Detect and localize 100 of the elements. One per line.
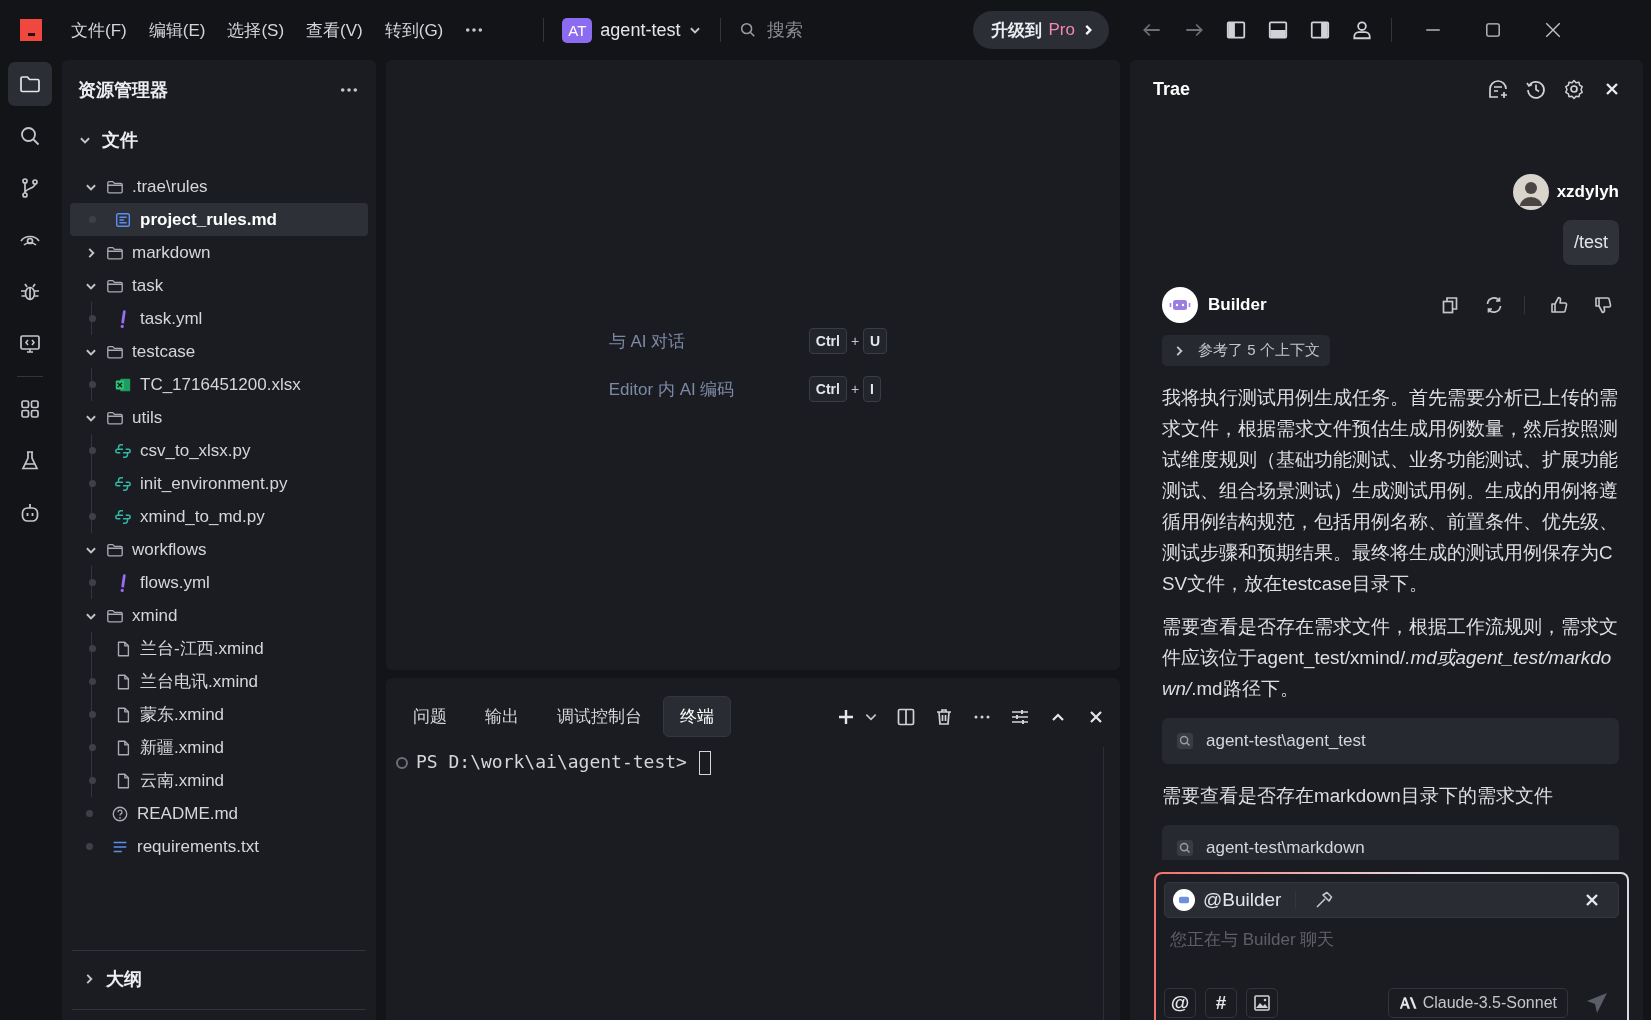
status-circle-icon: [396, 757, 408, 769]
bullet-icon: [86, 810, 93, 817]
insert-button[interactable]: #: [1205, 988, 1237, 1018]
search-icon: [1176, 839, 1194, 857]
menu-item[interactable]: 编辑(E): [148, 18, 206, 42]
search-field[interactable]: 搜索: [765, 18, 950, 42]
upgrade-button[interactable]: 升级到 Pro: [973, 11, 1109, 49]
thumbs-up-icon[interactable]: [1549, 295, 1569, 315]
key-cap: Ctrl: [808, 376, 847, 402]
file-item[interactable]: requirements.txt: [70, 830, 368, 863]
folder-item[interactable]: markdown: [70, 236, 368, 269]
panel-title: 资源管理器: [78, 79, 168, 102]
chat-composer[interactable]: @Builder 您正在与 Builder 聊天 @ # Claude-3.5-Sonnet: [1156, 874, 1627, 1020]
terminal-prompt: PS D:\work\ai\agent-test>: [416, 751, 687, 772]
text-cursor: [698, 751, 711, 775]
send-icon[interactable]: [1585, 991, 1609, 1015]
python-icon: [114, 474, 132, 493]
file-item[interactable]: project_rules.md: [70, 203, 368, 236]
folder-item[interactable]: .trae\rules: [70, 170, 368, 203]
panel-tab[interactable]: 终端: [663, 696, 731, 737]
section-header[interactable]: 大纲: [72, 950, 366, 1010]
file-item[interactable]: csv_to_xlsx.py: [70, 434, 368, 467]
folder-item[interactable]: utils: [70, 401, 368, 434]
file-item[interactable]: README.md: [70, 797, 368, 830]
settings-icon[interactable]: [1563, 78, 1585, 100]
file-item[interactable]: xmind_to_md.py: [70, 500, 368, 533]
monitor-icon: [18, 332, 42, 356]
folder-item[interactable]: xmind: [70, 599, 368, 632]
panel-tab[interactable]: 输出: [468, 696, 536, 737]
file-item[interactable]: 新疆.xmind: [70, 731, 368, 764]
refresh-icon[interactable]: [1484, 295, 1504, 315]
robot-avatar: [1162, 287, 1198, 323]
copy-icon[interactable]: [1440, 295, 1460, 315]
more-icon[interactable]: [340, 87, 358, 93]
split-icon[interactable]: [896, 706, 916, 727]
insert-button[interactable]: @: [1164, 988, 1196, 1018]
file-item[interactable]: flows.yml: [70, 566, 368, 599]
file-item[interactable]: 云南.xmind: [70, 764, 368, 797]
menu-item[interactable]: 选择(S): [227, 18, 285, 42]
file-item[interactable]: 兰台电讯.xmind: [70, 665, 368, 698]
exclamation-icon: [120, 573, 126, 592]
close-icon[interactable]: [1543, 21, 1562, 39]
maximize-icon[interactable]: [1483, 21, 1502, 39]
bottom-panel-icon[interactable]: [1266, 19, 1289, 41]
message-paragraph: 需要查看是否存在markdown目录下的需求文件: [1162, 784, 1554, 808]
account-icon[interactable]: [1350, 19, 1373, 41]
menu-item[interactable]: 文件(F): [71, 18, 127, 42]
activity-button[interactable]: [8, 62, 52, 106]
history-icon[interactable]: [1525, 78, 1547, 100]
file-item[interactable]: init_environment.py: [70, 467, 368, 500]
key-cap: I: [863, 376, 881, 402]
folder-item[interactable]: workflows: [70, 533, 368, 566]
agent-chip[interactable]: @Builder: [1164, 882, 1619, 918]
message-paragraph: 我将执行测试用例生成任务。首先需要分析已上传的需求文件，根据需求文件预估生成用例数量，然后按照测试维度规则（基础功能测试、业务功能测试、扩展功能测试、组合场景测试）生成测试用例。生成的用例将遵循用例结构规范，包括用例名称、前置条件、优先级、测试步骤和预期结果。最终将生成的测试用例保存为CSV文件，放在testcase目录下。: [1162, 386, 1618, 596]
plus-sign: +: [850, 381, 860, 397]
menu-item[interactable]: 转到(G): [384, 18, 444, 42]
message-bubble: /test: [1563, 220, 1619, 265]
robot-avatar: [1173, 889, 1195, 911]
exclamation-icon: [120, 309, 126, 328]
folder-item[interactable]: testcase: [70, 335, 368, 368]
more-icon[interactable]: [465, 27, 484, 33]
search-icon: [1176, 732, 1194, 750]
panel-title: Trae: [1153, 78, 1191, 100]
search-result-card[interactable]: agent-test\markdown: [1162, 825, 1619, 860]
new-chat-icon[interactable]: [1487, 78, 1509, 100]
message-input[interactable]: 您正在与 Builder 聊天: [1164, 918, 1619, 988]
project-switcher[interactable]: AT agent-test: [562, 17, 703, 43]
user-avatar: [1512, 174, 1549, 210]
image-icon: [1253, 994, 1271, 1012]
context-chip[interactable]: 参考了 5 个上下文: [1162, 335, 1330, 366]
panel-tab[interactable]: 问题: [396, 696, 464, 737]
model-selector[interactable]: Claude-3.5-Sonnet: [1387, 988, 1568, 1018]
key-cap: Ctrl: [808, 328, 847, 354]
menu-item[interactable]: 查看(V): [306, 18, 363, 42]
key-cap: U: [863, 328, 888, 354]
file-item[interactable]: task.yml: [70, 302, 368, 335]
thumbs-down-icon[interactable]: [1593, 295, 1613, 315]
left-sidebar-icon[interactable]: [1224, 19, 1247, 41]
project-badge: AT: [562, 17, 593, 43]
file-item[interactable]: 兰台-江西.xmind: [70, 632, 368, 665]
image-button[interactable]: [1246, 988, 1278, 1018]
section-header[interactable]: 文件: [62, 112, 376, 170]
message-paragraph: 需要查看是否存在需求文件，根据工作流规则，需求文件应该位于agent_test/xmind/.md或agent_test/markdown/.md路径下。: [1162, 615, 1618, 701]
logo-icon: [20, 19, 42, 41]
plus-sign: +: [850, 333, 860, 349]
shortcut-label: 与 AI 对话: [608, 330, 687, 353]
panel-tab[interactable]: 调试控制台: [540, 696, 659, 737]
file-item[interactable]: 蒙东.xmind: [70, 698, 368, 731]
trash-icon[interactable]: [934, 706, 954, 727]
folder-item[interactable]: task: [70, 269, 368, 302]
search-icon: [18, 124, 42, 148]
bullet-icon: [86, 843, 93, 850]
right-sidebar-icon[interactable]: [1308, 19, 1331, 41]
user-name: xzdylyh: [1556, 182, 1619, 202]
file-item[interactable]: TC_1716451200.xlsx: [70, 368, 368, 401]
python-icon: [114, 441, 132, 460]
extensions-icon: [18, 397, 42, 421]
search-result-card[interactable]: agent-test\agent_test: [1162, 718, 1619, 764]
hammer-icon[interactable]: [1314, 890, 1335, 910]
document-lines-icon: [114, 210, 132, 229]
